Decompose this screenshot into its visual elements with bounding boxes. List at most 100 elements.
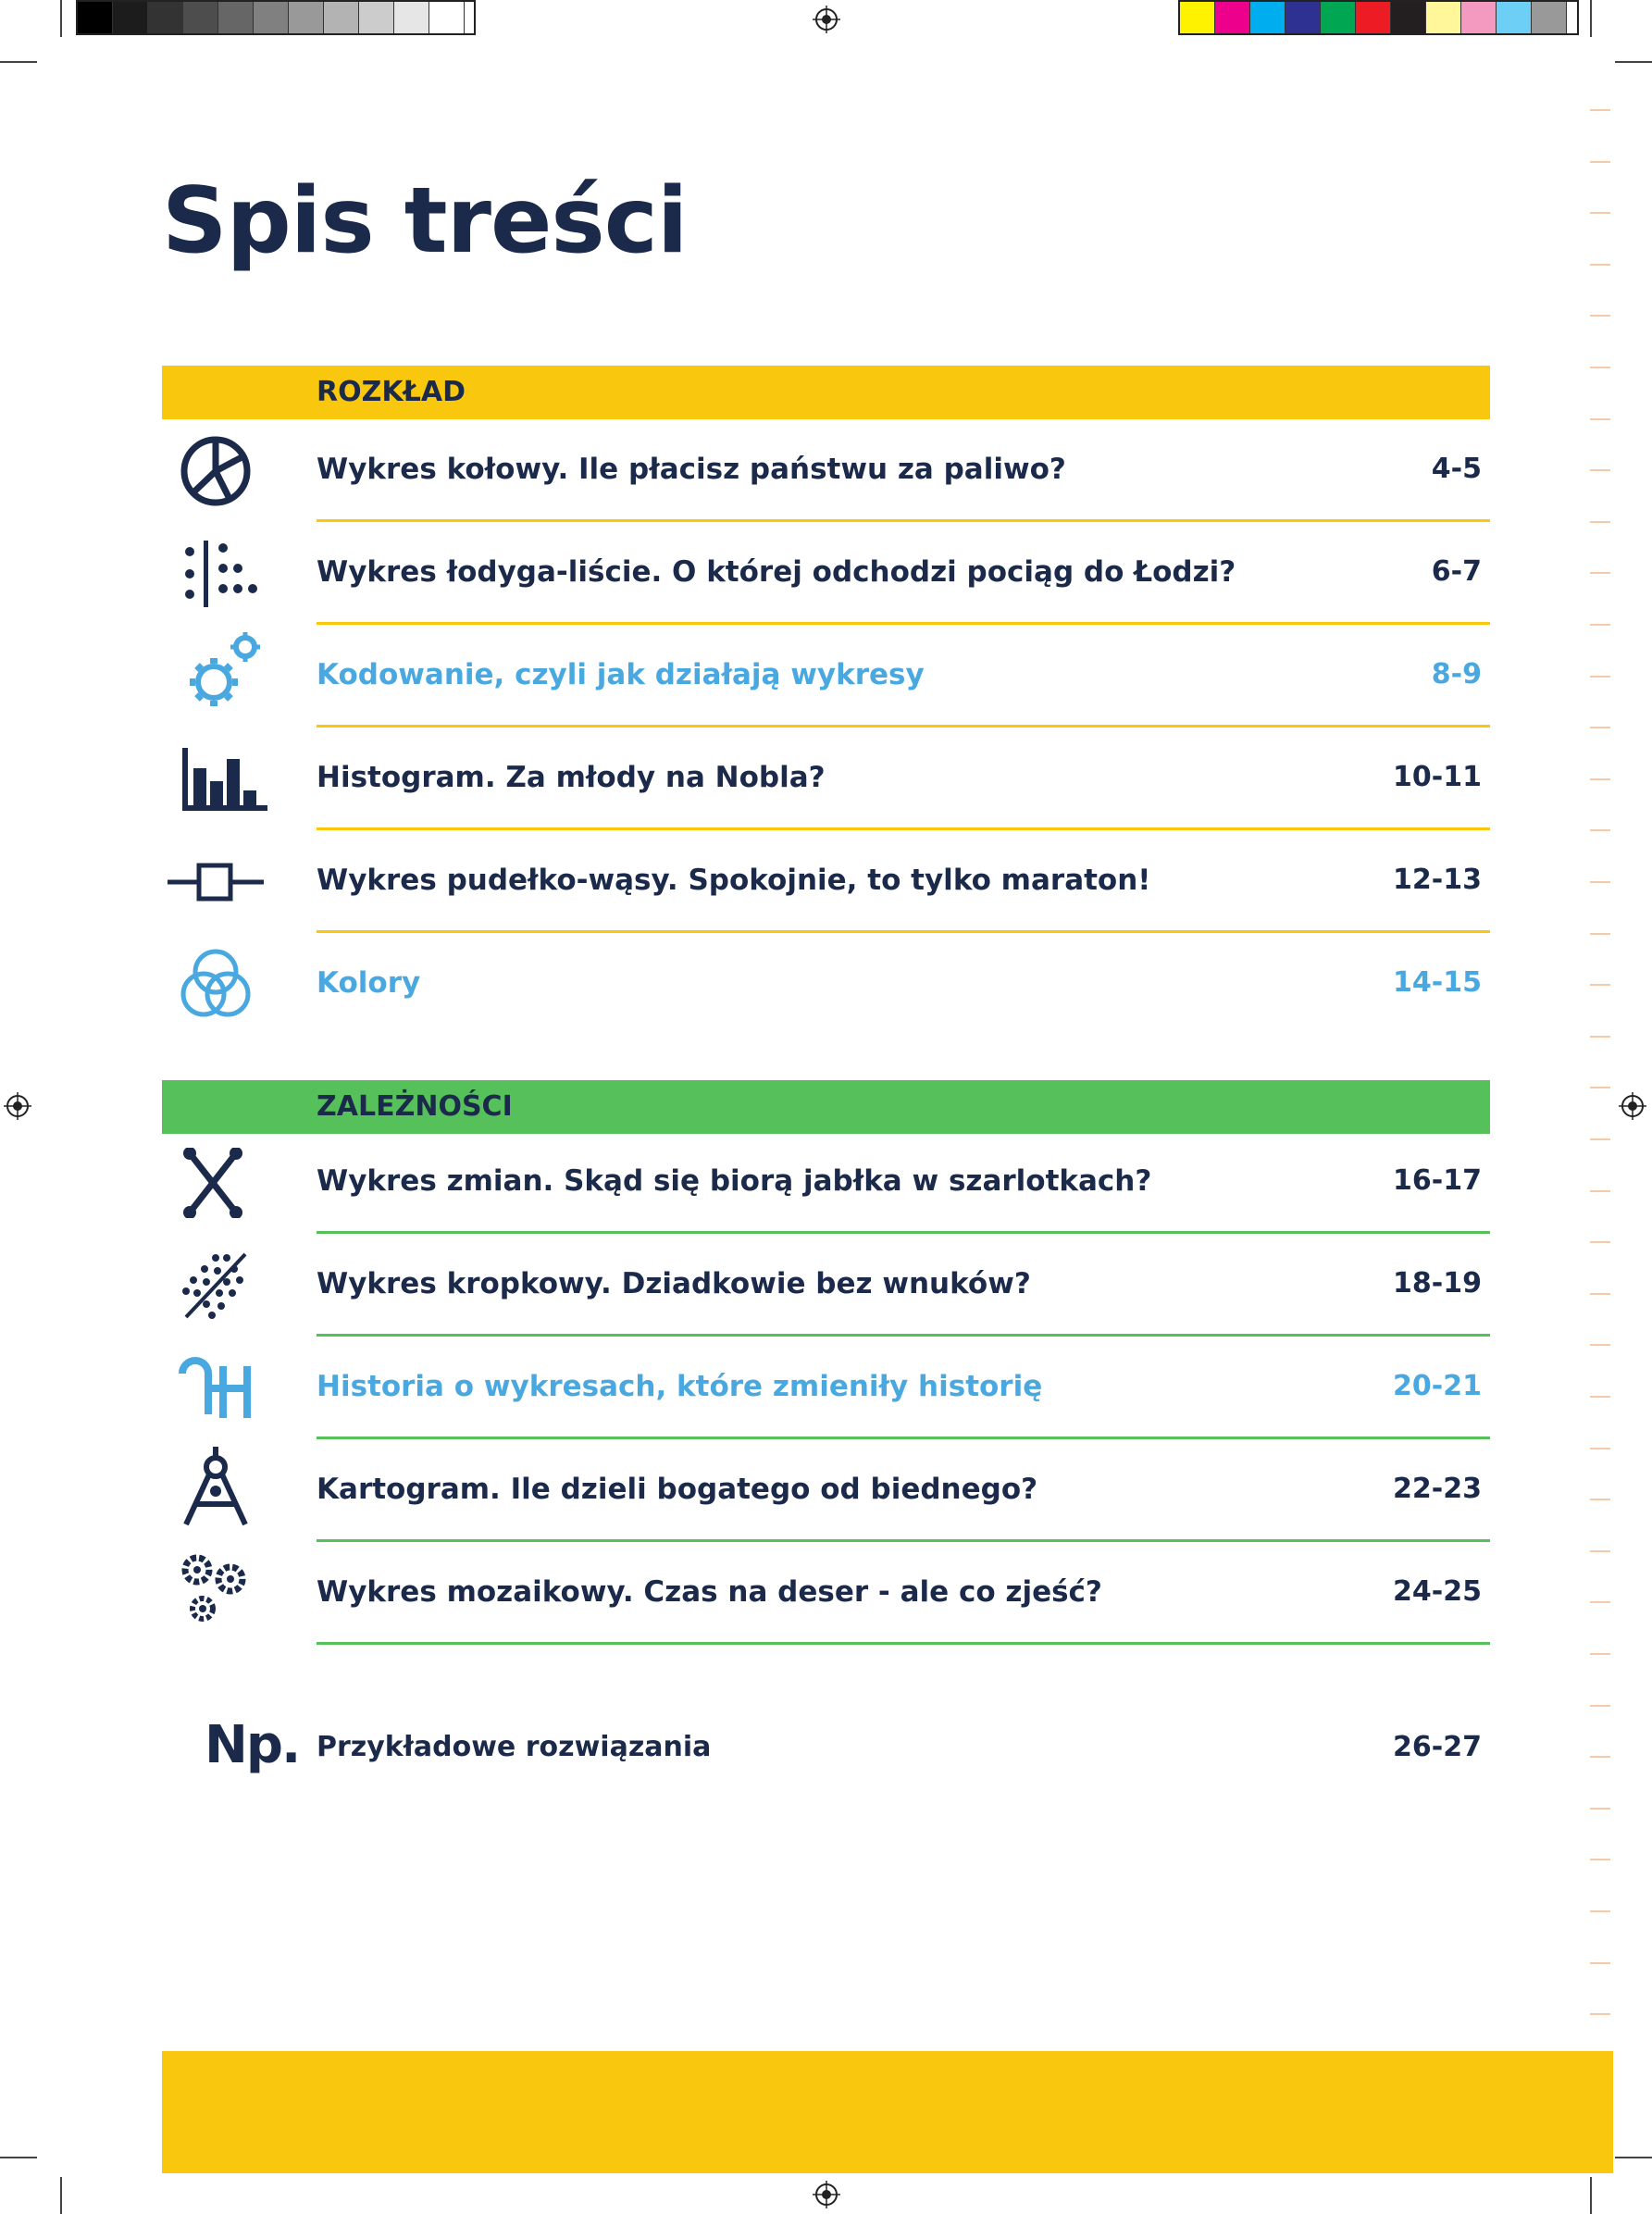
margin-tick	[1590, 1344, 1610, 1346]
margin-tick	[1590, 676, 1610, 678]
entry-pages: 10-11	[1393, 761, 1482, 793]
registration-mark-icon	[4, 1092, 31, 1120]
entry-pages: 22-23	[1393, 1473, 1482, 1505]
margin-tick	[1590, 1190, 1610, 1192]
margin-tick	[1590, 367, 1610, 368]
toc-entry[interactable]: Kolory 14-15	[162, 933, 1490, 1036]
section-label: ZALEŻNOŚCI	[317, 1090, 513, 1123]
toc-entry-examples[interactable]: Np. Przykładowe rozwiązania 26-27	[162, 1698, 1490, 1800]
section-header-zaleznosci: ZALEŻNOŚCI	[162, 1080, 1490, 1134]
toc-entry[interactable]: Wykres zmian. Skąd się biorą jabłka w sz…	[162, 1131, 1490, 1234]
margin-tick	[1590, 212, 1610, 214]
entry-title: Kartogram. Ile dzieli bogatego od biedne…	[317, 1473, 1038, 1506]
color-circles-icon	[179, 949, 267, 1020]
entry-pages: 8-9	[1431, 658, 1482, 690]
margin-tick	[1590, 315, 1610, 317]
margin-tick	[1590, 1962, 1610, 1964]
entry-pages: 16-17	[1393, 1164, 1482, 1197]
mosaic-circles-icon	[179, 1554, 267, 1629]
toc-entry[interactable]: Wykres pudełko-wąsy. Spokojnie, to tylko…	[162, 830, 1490, 933]
margin-tick	[1590, 1241, 1610, 1243]
entry-title: Przykładowe rozwiązania	[317, 1731, 712, 1763]
registration-mark-icon	[813, 2181, 840, 2208]
entry-pages: 18-19	[1393, 1267, 1482, 1300]
margin-tick	[1590, 161, 1610, 163]
crossing-lines-icon	[179, 1148, 267, 1218]
margin-tick	[1590, 521, 1610, 523]
history-h-icon	[179, 1353, 267, 1424]
margin-tick	[1590, 1653, 1610, 1655]
crop-mark	[60, 2177, 62, 2214]
crop-mark	[0, 61, 37, 63]
margin-tick	[1590, 624, 1610, 626]
np-icon: Np.	[205, 1715, 301, 1775]
section-label: ROZKŁAD	[317, 376, 466, 408]
margin-tick	[1590, 1448, 1610, 1449]
registration-mark-icon	[813, 6, 840, 33]
histogram-icon	[179, 744, 267, 815]
entry-pages: 26-27	[1393, 1731, 1482, 1763]
section-header-rozklad: ROZKŁAD	[162, 366, 1490, 419]
toc-entry[interactable]: Kartogram. Ile dzieli bogatego od biedne…	[162, 1439, 1490, 1542]
toc-entry[interactable]: Wykres kołowy. Ile płacisz państwu za pa…	[162, 419, 1490, 522]
margin-tick	[1590, 572, 1610, 574]
crop-mark	[1615, 2157, 1652, 2158]
entry-pages: 12-13	[1393, 864, 1482, 896]
margin-tick	[1590, 469, 1610, 471]
margin-tick	[1590, 1756, 1610, 1758]
margin-tick	[1590, 1808, 1610, 1810]
margin-tick	[1590, 778, 1610, 780]
toc-entry[interactable]: Wykres kropkowy. Dziadkowie bez wnuków? …	[162, 1234, 1490, 1337]
entry-pages: 14-15	[1393, 966, 1482, 999]
entry-pages: 24-25	[1393, 1575, 1482, 1608]
toc-entry[interactable]: Histogram. Za młody na Nobla? 10-11	[162, 728, 1490, 830]
margin-tick	[1590, 1601, 1610, 1603]
crop-mark	[1615, 61, 1652, 63]
margin-tick	[1590, 881, 1610, 883]
footer-band	[162, 2051, 1613, 2173]
entry-pages: 20-21	[1393, 1370, 1482, 1402]
margin-tick	[1590, 1910, 1610, 1912]
margin-tick	[1590, 1396, 1610, 1398]
margin-tick	[1590, 109, 1610, 111]
scatter-dots-icon	[179, 1250, 267, 1321]
margin-tick	[1590, 1550, 1610, 1552]
gears-icon	[179, 632, 267, 712]
toc-entry[interactable]: Kodowanie, czyli jak działają wykresy 8-…	[162, 625, 1490, 728]
crop-mark	[1590, 0, 1592, 37]
margin-tick	[1590, 727, 1610, 728]
stem-leaf-dots-icon	[179, 539, 267, 609]
margin-tick	[1590, 2013, 1610, 2015]
margin-tick	[1590, 1087, 1610, 1088]
crop-mark	[0, 2157, 37, 2158]
margin-tick	[1590, 984, 1610, 986]
entry-pages: 4-5	[1431, 453, 1482, 485]
margin-tick	[1590, 264, 1610, 266]
margin-tick	[1590, 1499, 1610, 1500]
margin-tick	[1590, 418, 1610, 420]
page-title: Spis treści	[162, 168, 688, 274]
pie-chart-icon	[179, 436, 267, 506]
toc-entry[interactable]: Wykres mozaikowy. Czas na deser - ale co…	[162, 1542, 1490, 1645]
margin-tick	[1590, 933, 1610, 935]
entry-title: Kolory	[317, 966, 421, 1000]
entry-title: Wykres łodyga-liście. O której odchodzi …	[317, 555, 1236, 589]
margin-tick	[1590, 1859, 1610, 1860]
entry-title: Historia o wykresach, które zmieniły his…	[317, 1370, 1043, 1403]
grayscale-color-bar	[76, 0, 476, 35]
registration-mark-icon	[1619, 1092, 1646, 1120]
divider	[317, 1642, 1490, 1645]
margin-tick	[1590, 1293, 1610, 1295]
entry-pages: 6-7	[1431, 555, 1482, 588]
margin-tick	[1590, 1036, 1610, 1038]
toc-entry[interactable]: Historia o wykresach, które zmieniły his…	[162, 1337, 1490, 1439]
margin-tick	[1590, 829, 1610, 831]
box-whisker-icon	[168, 847, 267, 917]
entry-title: Histogram. Za młody na Nobla?	[317, 761, 826, 794]
entry-title: Wykres zmian. Skąd się biorą jabłka w sz…	[317, 1164, 1152, 1198]
toc-entry[interactable]: Wykres łodyga-liście. O której odchodzi …	[162, 522, 1490, 625]
crop-mark	[1590, 2177, 1592, 2214]
margin-tick	[1590, 1138, 1610, 1140]
entry-title: Wykres mozaikowy. Czas na deser - ale co…	[317, 1575, 1102, 1609]
entry-title: Wykres kropkowy. Dziadkowie bez wnuków?	[317, 1267, 1031, 1300]
